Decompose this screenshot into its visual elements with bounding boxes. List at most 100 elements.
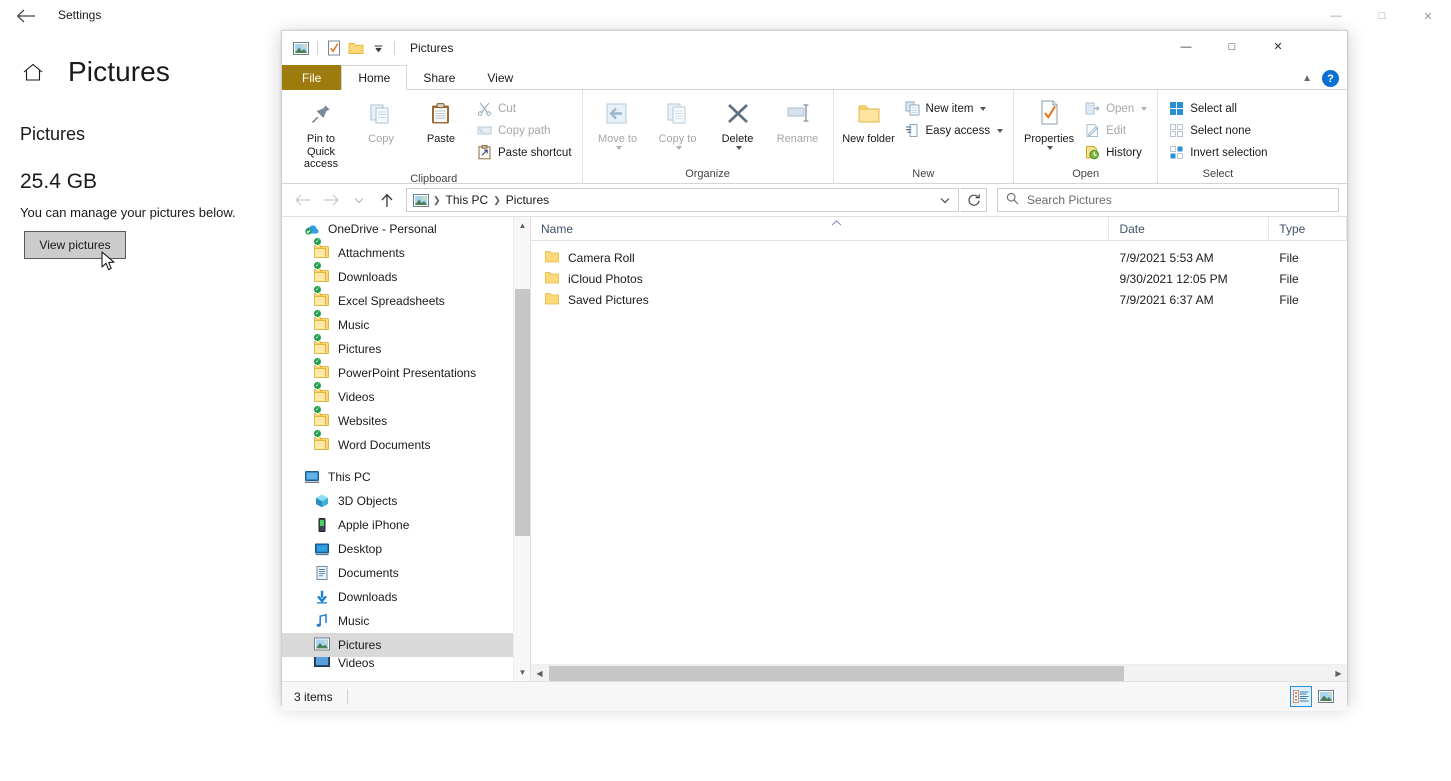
table-row[interactable]: Camera Roll 7/9/2021 5:53 AM File (531, 247, 1347, 268)
rename-button[interactable]: Rename (769, 94, 827, 162)
nav-item-label: Music (338, 318, 370, 332)
chevron-down-icon[interactable] (1141, 106, 1148, 111)
back-arrow-icon[interactable] (10, 4, 42, 28)
pin-to-quick-access-button[interactable]: Pin to Quick access (292, 94, 350, 171)
tab-view[interactable]: View (471, 65, 529, 90)
settings-titlebar: Settings — □ ✕ (0, 0, 1451, 32)
nav-item-word-documents[interactable]: ✓ Word Documents (282, 429, 530, 457)
videos-icon (314, 657, 330, 669)
chevron-down-icon[interactable] (1047, 145, 1054, 150)
select-all-button[interactable]: Select all (1164, 98, 1271, 119)
nav-item-label: Apple iPhone (338, 518, 410, 532)
view-pictures-button[interactable]: View pictures (24, 231, 126, 259)
copy-to-button[interactable]: Copy to (649, 94, 707, 162)
delete-button[interactable]: Delete (709, 94, 767, 162)
explorer-maximize-button[interactable]: □ (1209, 31, 1255, 62)
scrollbar-thumb[interactable] (549, 666, 1124, 681)
refresh-icon[interactable] (961, 188, 987, 212)
cut-button[interactable]: Cut (472, 98, 576, 119)
settings-close-button[interactable]: ✕ (1405, 0, 1451, 32)
chevron-down-icon[interactable] (735, 145, 742, 150)
nav-item-apple-iphone[interactable]: Apple iPhone (282, 513, 530, 537)
nav-item-3d-objects[interactable]: 3D Objects (282, 489, 530, 513)
move-to-button[interactable]: Move to (589, 94, 647, 162)
properties-button[interactable]: Properties (1020, 94, 1078, 162)
scroll-right-arrow-icon[interactable]: ▶ (1330, 665, 1347, 681)
nav-item-label: Websites (338, 414, 388, 428)
pictures-library-icon[interactable] (290, 37, 312, 59)
breadcrumb-item-this-pc[interactable]: This PC (442, 193, 493, 207)
scroll-up-arrow-icon[interactable]: ▲ (514, 217, 530, 234)
settings-maximize-button[interactable]: □ (1359, 0, 1405, 32)
up-arrow-icon[interactable] (374, 188, 400, 212)
column-header-name[interactable]: Name (531, 217, 1110, 241)
scroll-left-arrow-icon[interactable]: ◀ (531, 665, 548, 681)
history-button[interactable]: History (1080, 142, 1151, 163)
file-type-cell: File (1279, 271, 1299, 286)
chevron-down-icon[interactable] (980, 106, 987, 111)
tab-home[interactable]: Home (341, 65, 408, 90)
scissors-icon (476, 100, 493, 117)
paste-button[interactable]: Paste (412, 94, 470, 162)
copy-button[interactable]: Copy (352, 94, 410, 162)
settings-minimize-button[interactable]: — (1313, 0, 1359, 32)
help-icon[interactable]: ? (1322, 70, 1339, 87)
home-icon[interactable] (20, 59, 46, 85)
edit-button[interactable]: Edit (1080, 120, 1151, 141)
horizontal-scrollbar[interactable]: ◀ ▶ (531, 664, 1347, 681)
folder-synced-icon: ✓ (313, 429, 330, 453)
table-row[interactable]: iCloud Photos 9/30/2021 12:05 PM File (531, 268, 1347, 289)
navigation-pane: OneDrive - Personal ✓ Attachments ✓ Down… (282, 217, 531, 681)
invert-selection-icon (1168, 144, 1185, 161)
details-view-button[interactable] (1290, 686, 1312, 707)
chevron-down-icon[interactable] (934, 189, 956, 211)
folder-icon (545, 271, 559, 287)
back-arrow-icon[interactable] (290, 188, 316, 212)
nav-item-pictures[interactable]: Pictures (282, 633, 530, 657)
column-header-type[interactable]: Type (1269, 217, 1347, 241)
tab-share[interactable]: Share (407, 65, 471, 90)
forward-arrow-icon[interactable] (318, 188, 344, 212)
recent-locations-chevron-down-icon[interactable] (346, 188, 372, 212)
select-none-button[interactable]: Select none (1164, 120, 1271, 141)
chevron-down-icon[interactable] (997, 128, 1004, 133)
qat-separator-2 (394, 41, 395, 55)
scroll-down-arrow-icon[interactable]: ▼ (514, 664, 530, 681)
explorer-minimize-button[interactable]: — (1163, 31, 1209, 62)
invert-selection-button[interactable]: Invert selection (1164, 142, 1271, 163)
nav-item-this-pc[interactable]: This PC (282, 465, 530, 489)
ribbon-group-label-clipboard: Clipboard (410, 172, 458, 185)
large-icons-view-button[interactable] (1315, 686, 1337, 707)
paste-shortcut-button[interactable]: Paste shortcut (472, 142, 576, 163)
breadcrumb[interactable]: ❯ This PC ❯ Pictures (406, 188, 959, 212)
chevron-up-icon[interactable]: ▲ (1302, 73, 1312, 84)
nav-item-desktop[interactable]: Desktop (282, 537, 530, 561)
breadcrumb-separator[interactable]: ❯ (492, 195, 502, 206)
ribbon: Pin to Quick access Copy Paste Cut \\.. … (282, 90, 1347, 185)
nav-item-documents[interactable]: Documents (282, 561, 530, 585)
nav-item-videos[interactable]: Videos (282, 657, 530, 669)
properties-check-icon[interactable] (323, 37, 345, 59)
breadcrumb-item-pictures[interactable]: Pictures (502, 193, 553, 207)
new-item-button[interactable]: New item (900, 98, 1008, 119)
nav-item-downloads[interactable]: Downloads (282, 585, 530, 609)
new-folder-button[interactable]: New folder (840, 94, 898, 162)
copy-path-button[interactable]: \\.. Copy path (472, 120, 576, 141)
table-row[interactable]: Saved Pictures 7/9/2021 6:37 AM File (531, 289, 1347, 310)
navigation-pane-scrollbar[interactable]: ▲ ▼ (513, 217, 530, 681)
column-header-date[interactable]: Date (1109, 217, 1270, 241)
chevron-down-icon[interactable] (615, 145, 622, 150)
open-button[interactable]: Open (1080, 98, 1151, 119)
chevron-down-icon[interactable] (675, 145, 682, 150)
new-folder-icon[interactable] (345, 37, 367, 59)
tab-file[interactable]: File (282, 65, 342, 90)
breadcrumb-separator[interactable]: ❯ (432, 195, 442, 206)
explorer-close-button[interactable]: ✕ (1255, 31, 1301, 62)
search-icon (1006, 192, 1019, 208)
customize-qat-caret[interactable] (367, 37, 389, 59)
nav-item-music[interactable]: Music (282, 609, 530, 633)
delete-label: Delete (721, 133, 754, 145)
scrollbar-thumb[interactable] (515, 289, 530, 536)
search-input[interactable]: Search Pictures (997, 188, 1339, 212)
easy-access-button[interactable]: Easy access (900, 120, 1008, 141)
